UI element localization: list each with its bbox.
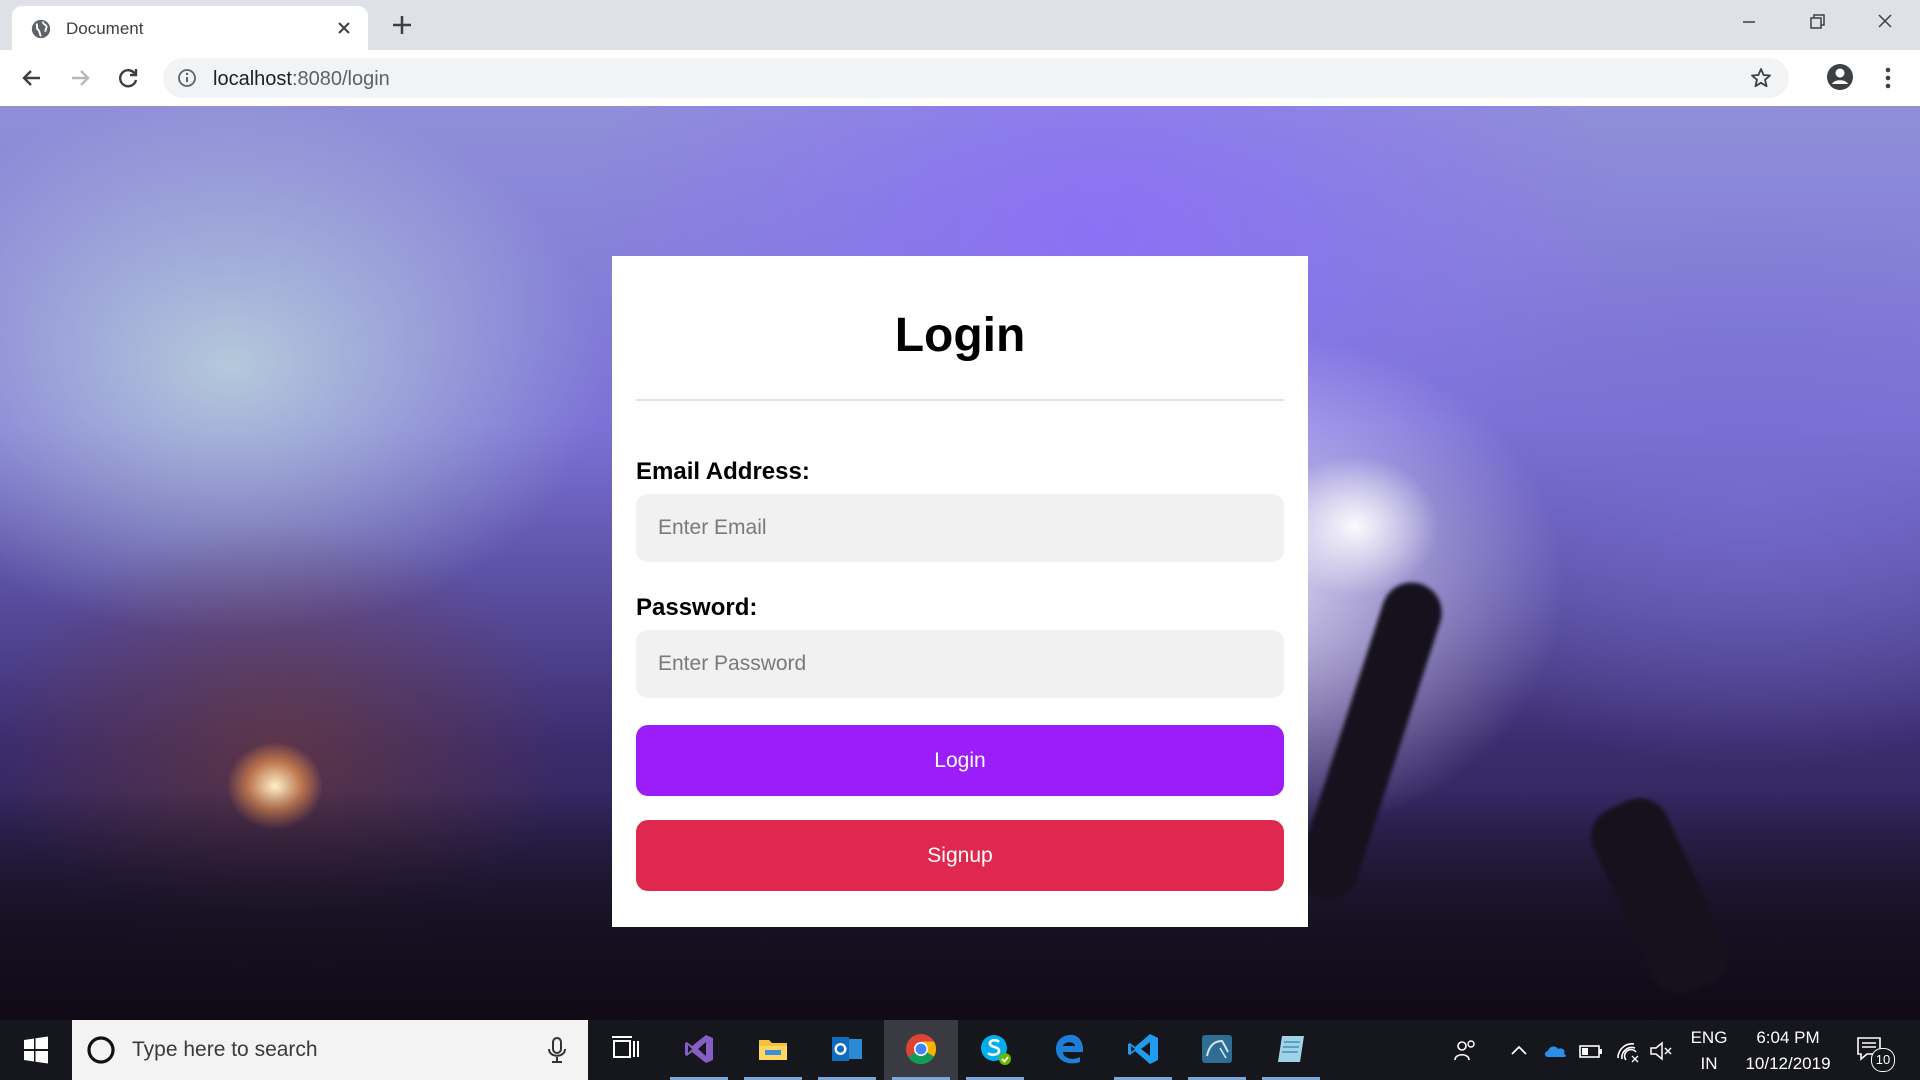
clock-date[interactable]: 10/12/2019 xyxy=(1738,1054,1838,1074)
email-input[interactable] xyxy=(636,494,1284,562)
url-text: localhost:8080/login xyxy=(213,68,390,91)
wifi-icon[interactable] xyxy=(1614,1038,1640,1064)
taskbar-app-mysql-workbench[interactable] xyxy=(1180,1020,1254,1080)
mysql-workbench-icon xyxy=(1202,1035,1232,1063)
close-tab-icon[interactable] xyxy=(334,18,354,38)
windows-start-icon[interactable] xyxy=(0,1020,72,1080)
taskbar-app-visual-studio[interactable] xyxy=(662,1020,736,1080)
cortana-icon[interactable] xyxy=(86,1035,116,1065)
restore-icon[interactable] xyxy=(1802,10,1832,34)
info-icon[interactable] xyxy=(177,68,197,88)
visual-studio-icon xyxy=(685,1035,713,1063)
taskbar-app-vscode[interactable] xyxy=(1106,1020,1180,1080)
more-menu-icon[interactable] xyxy=(1876,64,1900,92)
forward-icon[interactable] xyxy=(66,64,94,92)
tab-strip: Document xyxy=(0,0,1920,50)
minimize-icon[interactable] xyxy=(1734,10,1764,34)
taskbar-app-notepad[interactable] xyxy=(1254,1020,1328,1080)
bookmark-star-icon[interactable] xyxy=(1749,66,1773,90)
taskbar-app-edge[interactable] xyxy=(1032,1020,1106,1080)
microphone-icon[interactable] xyxy=(546,1036,568,1064)
title-divider xyxy=(636,399,1284,401)
browser-toolbar: localhost:8080/login xyxy=(0,50,1920,107)
battery-icon[interactable] xyxy=(1578,1038,1604,1064)
taskbar-app-outlook[interactable] xyxy=(810,1020,884,1080)
tab-title: Document xyxy=(66,19,144,38)
speaker-muted-icon[interactable] xyxy=(1648,1038,1674,1064)
language-indicator[interactable]: ENG xyxy=(1684,1028,1734,1048)
people-icon[interactable] xyxy=(1452,1038,1478,1064)
clock-time[interactable]: 6:04 PM xyxy=(1738,1028,1838,1048)
notepad-icon xyxy=(1278,1036,1304,1062)
skype-icon xyxy=(981,1035,1011,1065)
taskbar-search[interactable]: Type here to search xyxy=(72,1020,588,1080)
task-view-icon xyxy=(612,1036,639,1058)
outlook-icon xyxy=(832,1037,862,1061)
url-path: :8080/login xyxy=(291,68,390,90)
login-card: Login Email Address: Password: Login Sig… xyxy=(612,256,1308,927)
windows-taskbar: Type here to search ENG IN 6:04 PM 10/12… xyxy=(0,1020,1920,1080)
url-host: localhost xyxy=(213,68,292,90)
login-button[interactable]: Login xyxy=(636,725,1284,796)
close-window-icon[interactable] xyxy=(1870,10,1900,34)
profile-avatar-icon[interactable] xyxy=(1825,62,1855,92)
onedrive-cloud-icon[interactable] xyxy=(1542,1038,1568,1064)
back-icon[interactable] xyxy=(18,64,46,92)
search-placeholder: Type here to search xyxy=(132,1038,318,1061)
edge-icon xyxy=(1056,1034,1083,1064)
login-title: Login xyxy=(894,309,1026,362)
reload-icon[interactable] xyxy=(114,64,142,92)
globe-icon xyxy=(31,19,51,39)
new-tab-icon[interactable] xyxy=(390,13,414,37)
notification-count-badge: 10 xyxy=(1871,1048,1895,1072)
chevron-up-icon[interactable] xyxy=(1506,1038,1532,1064)
task-view-button[interactable] xyxy=(588,1020,662,1080)
address-bar[interactable]: localhost:8080/login xyxy=(163,58,1789,98)
email-label: Email Address: xyxy=(636,458,810,485)
chrome-icon xyxy=(906,1034,937,1065)
page-background: Login Email Address: Password: Login Sig… xyxy=(0,106,1920,1020)
file-explorer-icon xyxy=(759,1040,787,1060)
action-center-button[interactable]: 10 xyxy=(1855,1034,1895,1074)
taskbar-app-chrome[interactable] xyxy=(884,1020,958,1080)
password-label: Password: xyxy=(636,594,758,621)
browser-tab[interactable]: Document xyxy=(12,6,368,50)
vscode-icon xyxy=(1128,1034,1158,1064)
signup-button[interactable]: Signup xyxy=(636,820,1284,891)
region-indicator[interactable]: IN xyxy=(1684,1054,1734,1074)
taskbar-app-skype[interactable] xyxy=(958,1020,1032,1080)
taskbar-app-file-explorer[interactable] xyxy=(736,1020,810,1080)
password-input[interactable] xyxy=(636,630,1284,698)
